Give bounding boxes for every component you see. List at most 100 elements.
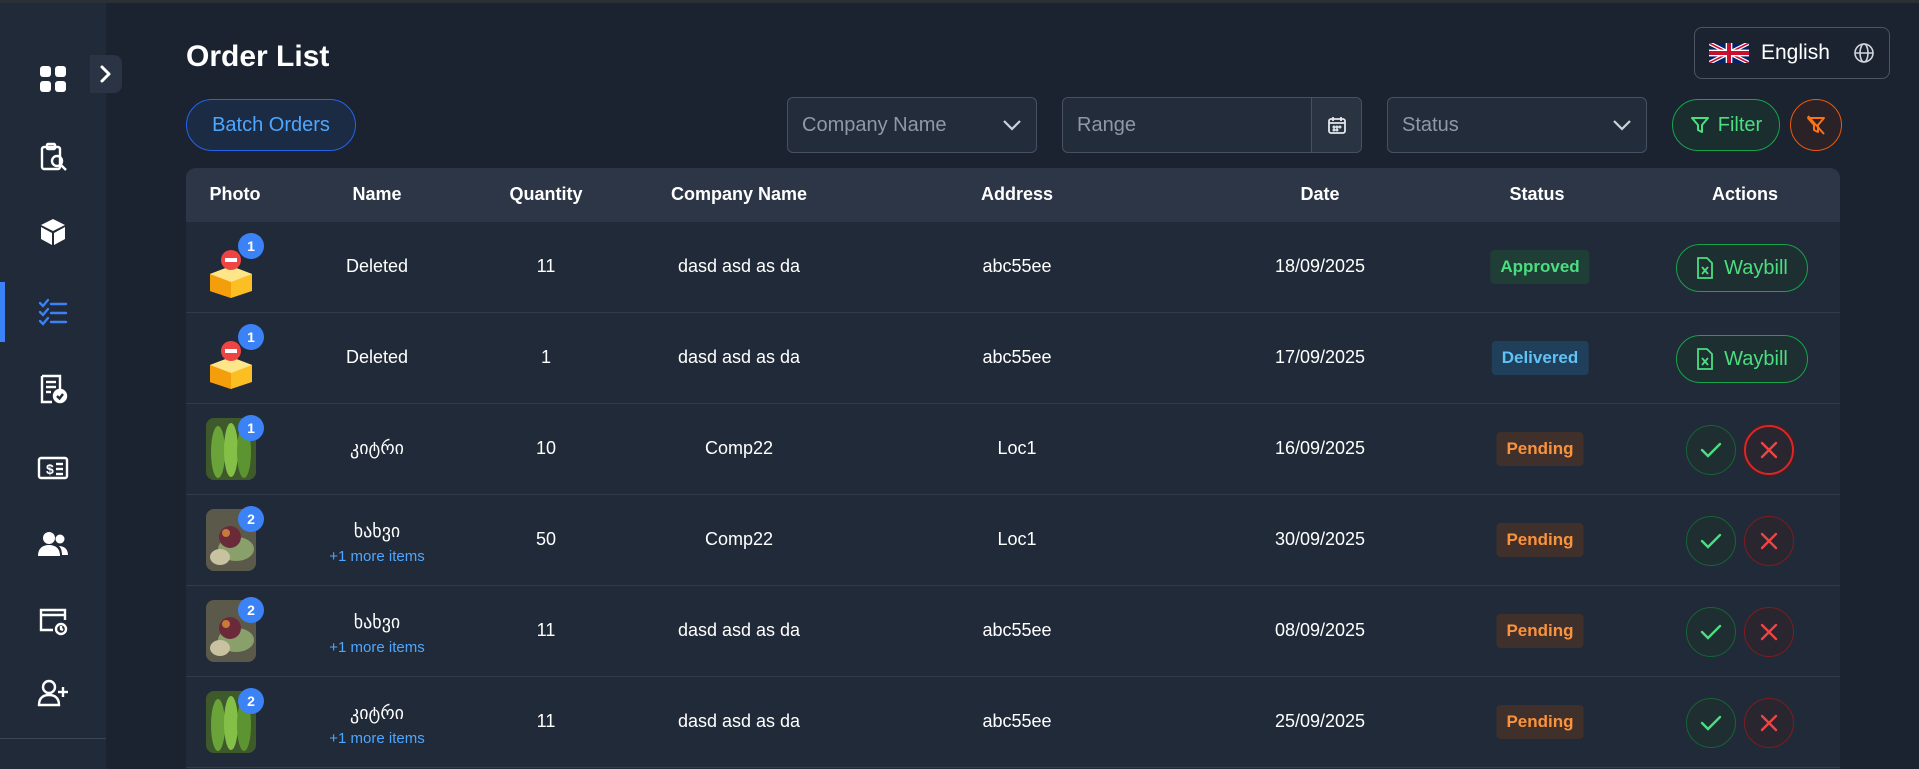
status-badge: Pending [1496, 705, 1584, 739]
check-icon [1700, 715, 1722, 731]
sidebar-item-payments[interactable]: $ [0, 438, 106, 498]
reject-button[interactable] [1744, 698, 1794, 748]
table-row[interactable]: 2 კიტრი +1 more items 11 dasd asd as da a… [186, 677, 1840, 768]
approve-button[interactable] [1686, 607, 1736, 657]
status-badge: Approved [1490, 250, 1590, 284]
approve-button[interactable] [1686, 425, 1736, 475]
language-selector[interactable]: English [1694, 27, 1890, 79]
order-address: abc55ee [982, 711, 1052, 731]
checklist-icon [38, 298, 68, 326]
order-company: dasd asd as da [677, 711, 801, 731]
table-row[interactable]: 1 კიტრი 10 Comp22 Loc1 16/09/2025 Pendin… [186, 404, 1840, 495]
close-icon [1760, 441, 1778, 459]
order-name: ხახვი +1 more items [329, 521, 425, 565]
item-count-badge: 1 [238, 415, 264, 441]
sidebar-item-history[interactable] [0, 591, 106, 651]
filter-button[interactable]: Filter [1672, 99, 1780, 151]
order-quantity: 11 [536, 256, 556, 276]
check-icon [1700, 624, 1722, 640]
order-company: dasd asd as da [677, 347, 801, 367]
item-count-badge: 2 [238, 597, 264, 623]
window-history-icon [39, 608, 68, 636]
more-items-link[interactable]: +1 more items [329, 548, 424, 565]
page-title: Order List [186, 40, 330, 73]
table-row[interactable]: 2 ხახვი +1 more items 11 dasd asd as da a… [186, 586, 1840, 677]
reject-button[interactable] [1744, 607, 1794, 657]
close-icon [1760, 714, 1778, 732]
order-date: 18/09/2025 [1274, 256, 1366, 276]
header-quantity: Quantity [509, 184, 583, 204]
orders-table: Photo Name Quantity Company Name Address… [186, 168, 1840, 769]
clipboard-search-icon [40, 142, 67, 171]
item-count-badge: 2 [238, 506, 264, 532]
order-company: Comp22 [704, 438, 774, 458]
item-count-badge: 1 [238, 233, 264, 259]
order-quantity: 50 [535, 529, 557, 549]
order-name: Deleted [345, 347, 409, 367]
chevron-down-icon [1003, 120, 1021, 131]
close-icon [1760, 532, 1778, 550]
sidebar-item-order-search[interactable] [0, 127, 106, 187]
clear-filter-button[interactable] [1790, 99, 1842, 151]
calendar-button[interactable] [1311, 98, 1361, 152]
reject-button[interactable] [1744, 516, 1794, 566]
waybill-button[interactable]: Waybill [1676, 244, 1808, 292]
sidebar-item-users[interactable] [0, 514, 106, 574]
sidebar-collapse-toggle[interactable] [90, 55, 122, 93]
order-company: Comp22 [704, 529, 774, 549]
sidebar-item-invoices[interactable] [0, 359, 106, 419]
svg-text:$: $ [46, 461, 54, 477]
approve-button[interactable] [1686, 698, 1736, 748]
order-name: ხახვი +1 more items [329, 612, 425, 656]
dashboard-grid-icon [40, 66, 66, 92]
order-address: abc55ee [982, 256, 1052, 276]
order-name: კიტრი [350, 438, 404, 458]
waybill-label: Waybill [1724, 347, 1788, 370]
batch-orders-button[interactable]: Batch Orders [186, 99, 356, 151]
sidebar-item-orders[interactable] [0, 282, 106, 342]
order-company: dasd asd as da [677, 256, 801, 276]
status-select[interactable]: Status [1387, 97, 1647, 153]
sidebar-divider [0, 738, 106, 739]
header-date: Date [1300, 184, 1340, 204]
header-photo: Photo [209, 184, 261, 204]
company-name-placeholder: Company Name [802, 113, 947, 136]
item-count-badge: 2 [238, 688, 264, 714]
order-address: Loc1 [997, 529, 1037, 549]
date-range-picker[interactable]: Range [1062, 97, 1362, 153]
reject-button[interactable] [1744, 425, 1794, 475]
chevron-right-icon [100, 65, 111, 83]
sidebar-item-products[interactable] [0, 202, 106, 262]
excel-file-icon [1697, 348, 1714, 370]
order-address: abc55ee [982, 620, 1052, 640]
table-row[interactable]: 2 ხახვი +1 more items 50 Comp22 Loc1 30/0… [186, 495, 1840, 586]
company-name-select[interactable]: Company Name [787, 97, 1037, 153]
product-photo: 2 [206, 688, 264, 753]
table-row[interactable]: 1 Deleted 1 dasd asd as da abc55ee 17/09… [186, 313, 1840, 404]
approve-button[interactable] [1686, 516, 1736, 566]
order-date: 17/09/2025 [1274, 347, 1366, 367]
status-badge: Pending [1496, 432, 1584, 466]
product-photo: 2 [206, 506, 264, 571]
header-status: Status [1509, 184, 1565, 204]
more-items-link[interactable]: +1 more items [329, 730, 424, 747]
top-border [0, 0, 1919, 3]
sidebar-item-add-user[interactable] [0, 663, 106, 723]
range-placeholder: Range [1077, 113, 1136, 136]
check-icon [1700, 533, 1722, 549]
user-add-icon [37, 679, 68, 707]
filter-icon [1690, 117, 1709, 133]
globe-icon [1854, 43, 1874, 63]
item-count-badge: 1 [238, 324, 264, 350]
product-photo: 1 [206, 233, 264, 298]
order-quantity: 1 [540, 347, 552, 367]
filter-off-icon [1807, 115, 1825, 135]
order-address: abc55ee [982, 347, 1052, 367]
order-date: 30/09/2025 [1274, 529, 1366, 549]
waybill-button[interactable]: Waybill [1676, 335, 1808, 383]
filter-label: Filter [1717, 113, 1763, 136]
calendar-icon [1327, 117, 1346, 134]
more-items-link[interactable]: +1 more items [329, 639, 424, 656]
table-row[interactable]: 1 Deleted 11 dasd asd as da abc55ee 18/0… [186, 222, 1840, 313]
status-badge: Delivered [1491, 341, 1589, 375]
